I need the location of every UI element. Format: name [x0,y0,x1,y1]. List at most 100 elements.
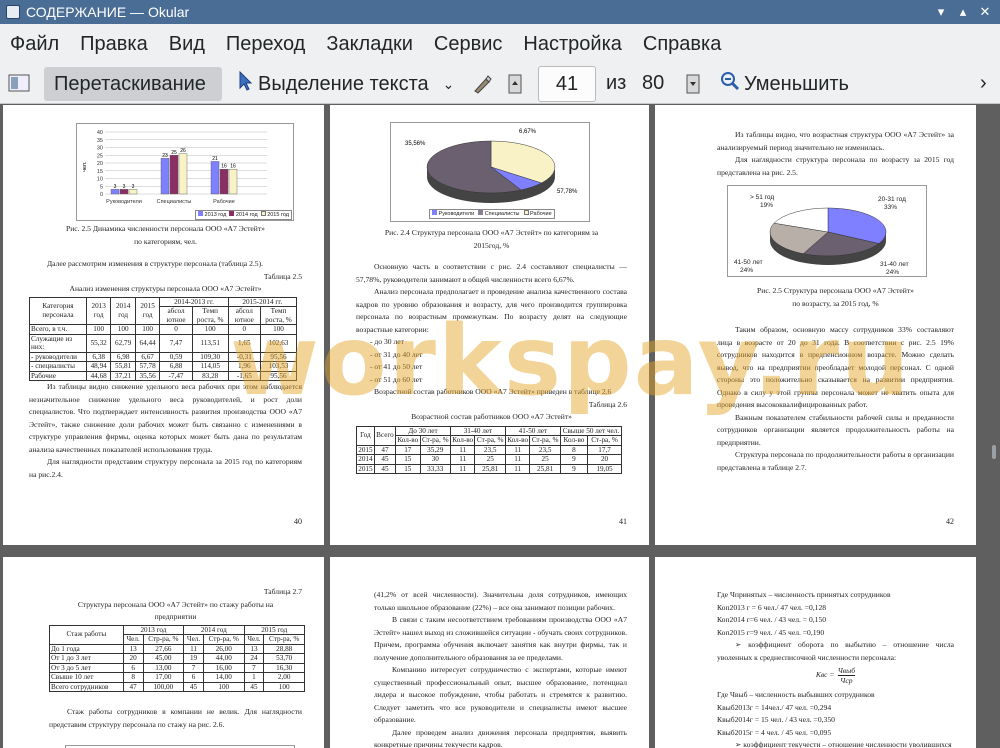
bar [110,189,120,195]
bar-value-label: 23 [162,153,168,159]
y-tick-label: 15 [97,169,103,175]
pie-label: 31-40 лет [880,261,909,268]
menu-bookmarks[interactable]: Закладки [326,33,413,56]
menu-go[interactable]: Переход [226,33,305,56]
formula-line: Коп2014 г=6 чел. / 43 чел. = 0,150 [717,615,827,624]
table-cell: -7,47 [159,370,193,381]
table-cell: 100 [134,324,161,335]
table-header: Кол-во [504,435,531,446]
table-cell: 9 [559,454,589,465]
table-cell: 100 [110,324,136,335]
maximize-icon[interactable]: ▴ [954,3,972,21]
table-header: Ст-ра, % [474,435,506,446]
minimize-icon[interactable]: ▾ [932,3,950,21]
table-row: До 1 года 13 27,66 11 26,00 13 28,88 [49,643,305,654]
browse-tool-label: Перетаскивание [54,72,206,95]
table-cell: 26,00 [202,643,245,654]
browse-tool-button[interactable]: Перетаскивание [44,67,222,101]
page-41: 35,56% 6,67% 57,78% Руководители Специал… [330,105,649,545]
bullet-text: коэффициент текучести – отношение числен… [743,740,952,748]
y-tick-label: 35 [97,138,103,144]
close-icon[interactable]: ✕ [976,3,994,21]
menu-view[interactable]: Вид [169,33,205,56]
table-intro-paragraph: Возрастной состав работников ООО «А7 Эст… [374,387,612,396]
formula-line: Коп2013 г = 6 чел./ 47 чел. =0,128 [717,602,827,612]
conclusion-paragraph: Таким образом, основную массу сотруднико… [717,325,954,409]
category-label: Специалисты [157,199,192,205]
table-cell: 27,66 [142,643,185,654]
next-page-icon[interactable] [686,74,700,100]
formula-lhs: Квс = [815,670,835,680]
table-cell: Всего сотрудников [49,681,124,692]
toolbar-overflow-icon[interactable]: › [980,72,987,95]
formula-block: Квс = Чвыб Чср [717,666,954,685]
chart-legend: 2013 год 2014 год 2015 год [195,210,292,220]
formula-denominator: Чср [840,676,853,685]
bullet-text: коэффициент оборота по выбытию – отношен… [717,640,954,662]
table-cell: 35,29 [419,444,451,455]
y-tick-label: 10 [97,177,103,183]
menu-tools[interactable]: Сервис [434,33,503,56]
bar-value-label: 3 [123,184,126,190]
table-header: 2014-2013 гг. [159,296,229,307]
scroll-indicator[interactable] [992,445,996,459]
sidebar-toggle-icon[interactable] [8,74,30,98]
figure-caption-2: по категориям, чел. [134,236,197,246]
table-cell: 7 [183,662,204,673]
table-cell: - руководители [29,351,87,362]
table-cell: 6,67 [134,351,161,362]
table-cell: 23,5 [529,444,561,455]
table-number: Таблица 2.7 [263,587,302,596]
annotate-icon[interactable] [472,74,492,100]
table-header: Год [356,425,375,446]
page-number-input[interactable]: 41 [538,66,596,102]
table-header: 2014 год [183,624,245,635]
intro-paragraph: Далее рассмотрим изменения в структуре п… [47,259,263,268]
menu-help[interactable]: Справка [643,33,721,56]
table-header: Всего [373,425,397,446]
category-label: Рабочие [213,199,235,205]
next-figure-paragraph: Для наглядности представим структуру пер… [29,457,302,479]
table-cell: 100,00 [142,681,185,692]
table-cell: 20 [587,454,622,465]
age-pie-svg: > 51 год 19% 20-31 год 33% 41-50 лет 24%… [734,194,909,276]
table-cell: 45 [243,681,265,692]
of-label: из [606,72,627,94]
chevron-down-icon[interactable]: ⌄ [443,76,455,93]
table-cell: 64,44 [134,333,161,353]
formula-line: Коп2015 г=9 чел. / 45 чел. =0,190 [717,627,825,637]
table-cell: 9 [559,463,589,474]
table-cell: 45 [373,454,397,465]
menu-file[interactable]: Файл [10,33,59,56]
bar [219,169,229,195]
table-header: Кол-во [395,435,421,446]
table-header: Чел. [243,634,265,645]
age-list-item: - от 51 до 60 лет [370,374,423,384]
bar-value-label: 16 [221,164,227,170]
table-header: Кол-во [449,435,476,446]
table-header: Категория персонала [29,296,87,325]
table-header: Стр-ра, % [202,634,245,645]
table-row: 2014 45 15 30 11 25 11 25 9 20 [356,454,622,465]
pie-label: 20-31 год [878,196,906,203]
document-view[interactable]: 3 3 3 23 25 26 21 16 16 40 35 30 25 20 15 10 5 0 Руковод… [0,105,1000,748]
total-pages-label: 80 [642,72,665,94]
table-row: - руководители 6,38 6,98 6,67 0,59 109,30 -0,3… [29,351,297,362]
table-cell: Служащие из них: [29,333,87,353]
table-cell: 2,00 [263,672,305,683]
table-header: Стаж работы [49,624,124,645]
table-row: - специалисты 48,94 55,81 57,78 6,88 114,05 1,… [29,361,297,372]
table-cell: 6 [183,672,204,683]
menu-edit[interactable]: Правка [80,33,148,56]
text-selection-tool-button[interactable]: Выделение текста ⌄ [238,67,454,101]
table-cell: 25,81 [529,463,561,474]
menu-settings[interactable]: Настройка [523,33,621,56]
page-44: (41,2% от всей численности). Значительна… [330,557,649,748]
training-paragraph: В связи с таким несоответствием требован… [374,615,627,662]
table-number: Таблица 2.5 [263,271,302,281]
zoom-out-button[interactable]: Уменьшить [720,67,849,101]
table-cell: 35,56 [134,370,161,381]
legend-2015: 2015 год [260,211,289,219]
table-cell: 102,63 [260,333,297,353]
previous-page-icon[interactable] [508,74,522,100]
